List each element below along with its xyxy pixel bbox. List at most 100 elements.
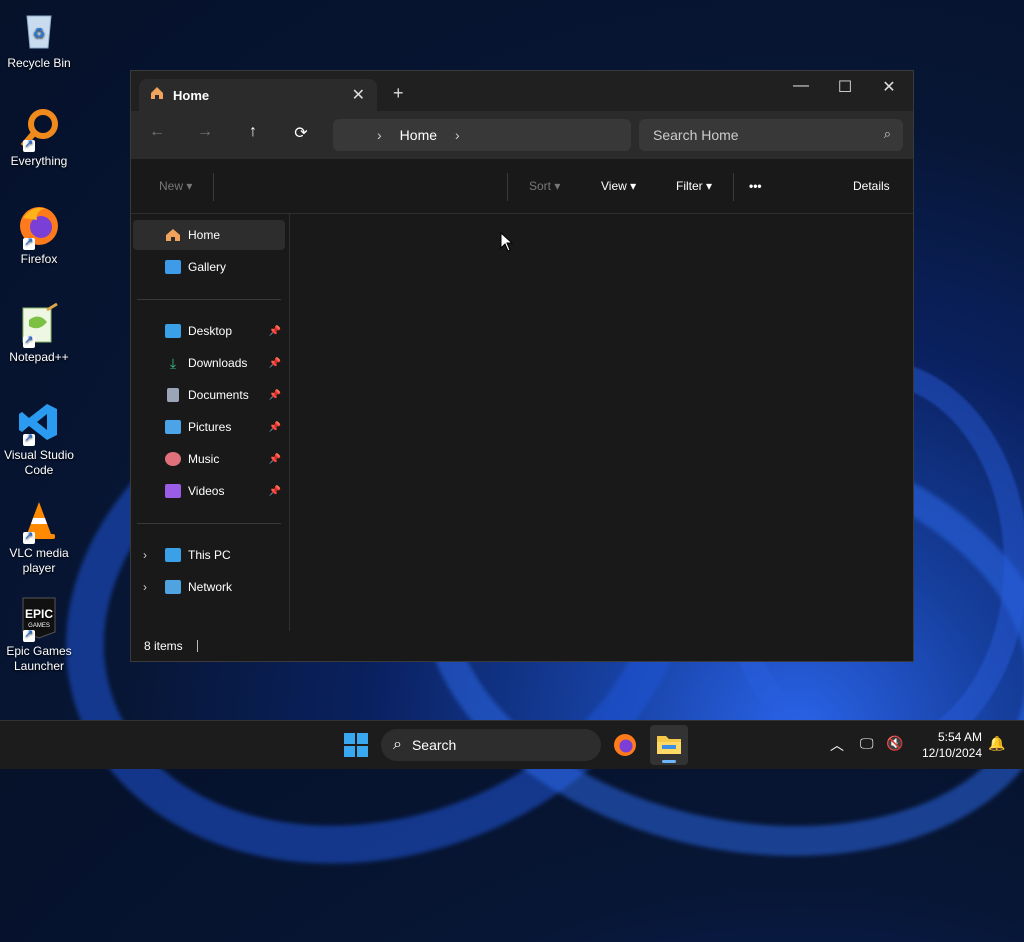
divider	[137, 523, 281, 524]
sidebar-item-label: This PC	[188, 548, 231, 562]
desktop-icon-everything[interactable]: Everything	[2, 100, 76, 169]
volume-muted-icon[interactable]: 🔇	[886, 735, 903, 752]
firefox-icon	[17, 204, 61, 250]
taskbar-search[interactable]: ⌕ Search	[381, 729, 601, 761]
active-indicator	[662, 760, 676, 763]
sort-label: Sort	[529, 179, 552, 193]
desktop-icon-notepadpp[interactable]: Notepad++	[2, 296, 76, 365]
pin-icon[interactable]: 📌	[269, 326, 281, 337]
desktop-icon-vscode[interactable]: Visual Studio Code	[2, 394, 76, 478]
sidebar-item-this-pc[interactable]: › This PC	[133, 540, 285, 570]
pin-icon[interactable]: 📌	[269, 454, 281, 465]
desktop-icon-label: Visual Studio Code	[4, 448, 74, 477]
refresh-icon[interactable]: ⟳	[289, 123, 313, 143]
tab-home[interactable]: Home ✕	[139, 79, 377, 111]
file-explorer-window: Home ✕ + — ☐ ✕ ← → ↑ ⟳ › Home › Search H…	[130, 70, 914, 662]
pin-icon[interactable]: 📌	[269, 390, 281, 401]
network-status-icon[interactable]: 🖵	[860, 735, 874, 752]
chevron-right-icon[interactable]: ›	[143, 548, 147, 562]
view-button[interactable]: View ▾	[601, 179, 636, 193]
sidebar-item-documents[interactable]: Documents 📌	[133, 380, 285, 410]
desktop-icon-label: Epic Games Launcher	[6, 644, 72, 673]
desktop-icon-label: Firefox	[20, 252, 58, 266]
navigation-pane: Home Gallery Desktop 📌 ⤓ Downloads 📌 Doc…	[131, 214, 290, 631]
desktop-icon-label: VLC media player	[9, 546, 69, 575]
desktop-icon-label: Recycle Bin	[7, 56, 71, 70]
taskbar: ⌕ Search ︿ 🖵 🔇 5:54 AM 12/10/2024 🔔	[0, 720, 1024, 769]
breadcrumb-home[interactable]: Home	[400, 127, 437, 143]
system-clock[interactable]: 5:54 AM 12/10/2024	[922, 729, 982, 761]
explorer-body: Home Gallery Desktop 📌 ⤓ Downloads 📌 Doc…	[131, 214, 913, 631]
sidebar-item-label: Desktop	[188, 324, 233, 338]
maximize-icon[interactable]: ☐	[823, 77, 867, 97]
clock-date: 12/10/2024	[921, 746, 982, 760]
details-button[interactable]: Details	[853, 179, 890, 193]
chevron-up-icon[interactable]: ︿	[830, 735, 844, 755]
new-button[interactable]: New ▾	[159, 179, 192, 193]
recycle-bin-icon: ♻	[17, 8, 61, 52]
search-input[interactable]: Search Home	[653, 127, 739, 143]
desktop-icon-firefox[interactable]: Firefox	[2, 198, 76, 267]
vlc-cone-icon	[17, 498, 61, 544]
chevron-down-icon: ▾	[554, 179, 561, 193]
view-label: View	[601, 179, 627, 193]
this-pc-icon	[165, 548, 181, 562]
sidebar-item-videos[interactable]: Videos 📌	[133, 476, 285, 506]
videos-icon	[165, 484, 181, 498]
svg-text:EPIC: EPIC	[25, 607, 53, 621]
sidebar-item-label: Documents	[188, 388, 249, 402]
sidebar-item-label: Videos	[188, 484, 225, 498]
address-bar[interactable]: › Home ›	[333, 119, 631, 151]
pin-icon[interactable]: 📌	[269, 486, 281, 497]
pin-icon[interactable]: 📌	[269, 358, 281, 369]
notepad-plus-plus-icon	[17, 302, 61, 348]
pin-icon[interactable]: 📌	[269, 422, 281, 433]
search-icon: ⌕	[883, 126, 891, 141]
more-options-icon[interactable]: •••	[749, 179, 762, 193]
sidebar-item-desktop[interactable]: Desktop 📌	[133, 316, 285, 346]
close-tab-icon[interactable]: ✕	[352, 85, 365, 105]
sidebar-item-network[interactable]: › Network	[133, 572, 285, 602]
filter-button[interactable]: Filter ▾	[676, 179, 712, 193]
content-pane[interactable]	[290, 214, 913, 631]
sidebar-item-music[interactable]: Music 📌	[133, 444, 285, 474]
sidebar-item-downloads[interactable]: ⤓ Downloads 📌	[133, 348, 285, 378]
title-bar[interactable]: Home ✕ + — ☐ ✕	[131, 71, 913, 111]
chevron-right-icon[interactable]: ›	[455, 127, 460, 143]
desktop-icon-vlc[interactable]: VLC media player	[2, 492, 76, 576]
divider	[733, 173, 734, 201]
divider	[213, 173, 214, 201]
chevron-right-icon[interactable]: ›	[143, 580, 147, 594]
sidebar-item-label: Home	[188, 228, 221, 242]
command-bar: New ▾ Sort ▾ View ▾ Filter ▾ ••• Details	[131, 159, 913, 214]
desktop-icon-epic-games[interactable]: EPICGAMES Epic Games Launcher	[2, 590, 76, 674]
forward-arrow-icon[interactable]: →	[193, 123, 217, 141]
filter-label: Filter	[676, 179, 703, 193]
new-tab-icon[interactable]: +	[393, 83, 404, 104]
sidebar-item-label: Downloads	[188, 356, 248, 370]
sidebar-item-home[interactable]: Home	[133, 220, 285, 250]
search-box[interactable]: Search Home ⌕	[639, 119, 903, 151]
desktop-icon-recycle-bin[interactable]: ♻ Recycle Bin	[2, 2, 76, 71]
close-window-icon[interactable]: ✕	[867, 77, 911, 97]
folder-icon	[657, 736, 681, 754]
home-icon	[149, 85, 165, 106]
up-arrow-icon[interactable]: ↑	[241, 123, 265, 141]
new-label: New	[159, 179, 184, 193]
sidebar-item-label: Pictures	[188, 420, 232, 434]
sidebar-item-gallery[interactable]: Gallery	[133, 252, 285, 282]
sort-button[interactable]: Sort ▾	[529, 179, 560, 193]
taskbar-search-label: Search	[411, 737, 457, 753]
divider	[137, 299, 281, 300]
pictures-icon	[165, 420, 181, 434]
back-arrow-icon[interactable]: ←	[145, 123, 169, 141]
notification-bell-icon[interactable]: 🔔	[988, 735, 1005, 752]
start-windows-icon[interactable]	[344, 733, 368, 762]
file-explorer-taskbar-button[interactable]	[650, 725, 688, 765]
minimize-icon[interactable]: —	[779, 77, 823, 95]
status-bar: 8 items	[131, 631, 913, 661]
desktop-icon-label: Everything	[10, 154, 68, 168]
item-count: 8 items	[144, 639, 183, 653]
sidebar-item-pictures[interactable]: Pictures 📌	[133, 412, 285, 442]
firefox-taskbar-icon[interactable]	[612, 732, 638, 763]
